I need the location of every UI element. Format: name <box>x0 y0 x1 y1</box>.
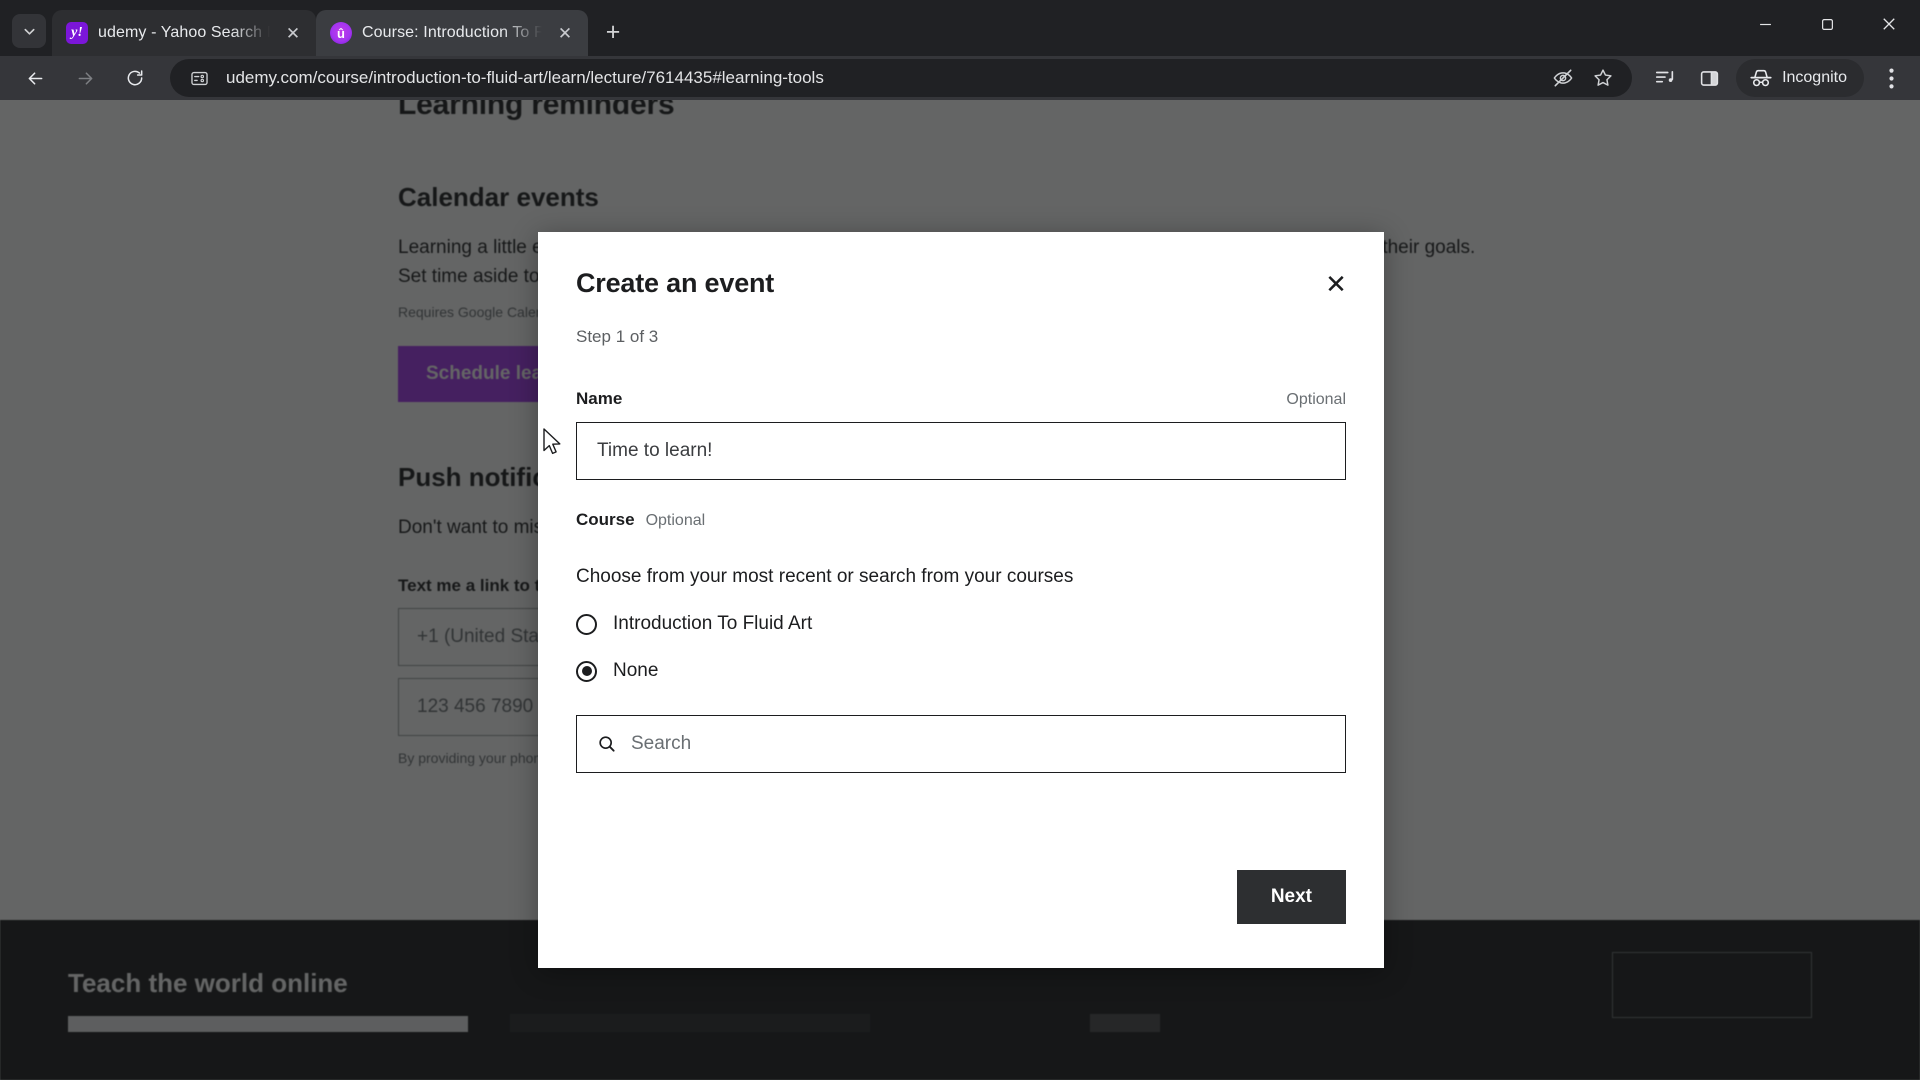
radio-button-icon[interactable] <box>576 613 597 635</box>
modal-body: Name Optional Time to learn! Course Opti… <box>538 389 1384 773</box>
eye-crossed-icon[interactable] <box>1544 59 1582 97</box>
incognito-indicator[interactable]: Incognito <box>1736 59 1864 97</box>
incognito-hat-icon <box>1749 68 1773 88</box>
omnibox-actions <box>1544 59 1622 97</box>
tab-search-chevron-icon[interactable] <box>12 14 46 48</box>
modal-footer: Next <box>538 870 1384 968</box>
next-button[interactable]: Next <box>1236 870 1346 924</box>
course-label: Course <box>576 510 635 529</box>
back-arrow-icon[interactable] <box>14 57 56 99</box>
radio-label: None <box>613 660 659 681</box>
reload-arrow-icon[interactable] <box>114 57 156 99</box>
create-event-modal: Create an event ✕ Step 1 of 3 Name Optio… <box>538 232 1384 968</box>
course-optional-tag: Optional <box>645 512 706 529</box>
search-icon <box>597 734 617 754</box>
name-field-row: Name Optional <box>576 389 1346 409</box>
browser-window: y! udemy - Yahoo Search Results ✕ û Cour… <box>0 0 1920 1080</box>
browser-toolbar: udemy.com/course/introduction-to-fluid-a… <box>0 56 1920 100</box>
course-option-none[interactable]: None <box>576 660 1346 682</box>
address-bar[interactable]: udemy.com/course/introduction-to-fluid-a… <box>170 59 1633 97</box>
tab-close-icon[interactable]: ✕ <box>280 20 306 46</box>
name-optional-tag: Optional <box>1286 391 1346 408</box>
media-playlist-icon[interactable] <box>1644 57 1686 99</box>
forward-arrow-icon[interactable] <box>64 57 106 99</box>
tab-title: Course: Introduction To Fluid A <box>362 24 542 41</box>
modal-title: Create an event <box>576 268 775 298</box>
tab-strip: y! udemy - Yahoo Search Results ✕ û Cour… <box>0 0 1920 56</box>
tab-close-icon[interactable]: ✕ <box>552 20 578 46</box>
course-field-row: Course Optional <box>576 510 1346 530</box>
star-icon[interactable] <box>1584 59 1622 97</box>
three-dot-menu-icon[interactable] <box>1870 57 1912 99</box>
toolbar-actions: Incognito <box>1644 57 1912 99</box>
tab-yahoo[interactable]: y! udemy - Yahoo Search Results ✕ <box>52 10 316 56</box>
page-viewport: Learning reminders Calendar events Learn… <box>0 100 1920 1080</box>
yahoo-icon: y! <box>66 22 88 44</box>
window-controls <box>1734 0 1920 48</box>
course-option-introduction-to-fluid-art[interactable]: Introduction To Fluid Art <box>576 613 1346 635</box>
radio-button-selected-icon[interactable] <box>576 660 597 682</box>
course-search-placeholder: Search <box>631 733 692 754</box>
close-icon[interactable]: ✕ <box>1314 262 1358 306</box>
udemy-icon: û <box>330 22 352 44</box>
step-indicator: Step 1 of 3 <box>576 327 659 346</box>
modal-header: Create an event ✕ Step 1 of 3 <box>538 232 1384 347</box>
side-panel-icon[interactable] <box>1688 57 1730 99</box>
close-window-button[interactable] <box>1858 0 1920 48</box>
minimize-button[interactable] <box>1734 0 1796 48</box>
event-name-input[interactable]: Time to learn! <box>576 422 1346 480</box>
tab-udemy-course[interactable]: û Course: Introduction To Fluid A ✕ <box>316 10 588 56</box>
course-search-input[interactable]: Search <box>576 715 1346 773</box>
course-instruction-text: Choose from your most recent or search f… <box>576 566 1074 587</box>
incognito-label: Incognito <box>1782 69 1847 86</box>
radio-label: Introduction To Fluid Art <box>613 613 813 634</box>
url-text[interactable]: udemy.com/course/introduction-to-fluid-a… <box>226 68 1530 88</box>
maximize-button[interactable] <box>1796 0 1858 48</box>
name-label: Name <box>576 389 623 408</box>
tab-title: udemy - Yahoo Search Results <box>98 24 270 41</box>
site-settings-icon[interactable] <box>186 65 212 91</box>
new-tab-button[interactable]: + <box>596 15 630 49</box>
